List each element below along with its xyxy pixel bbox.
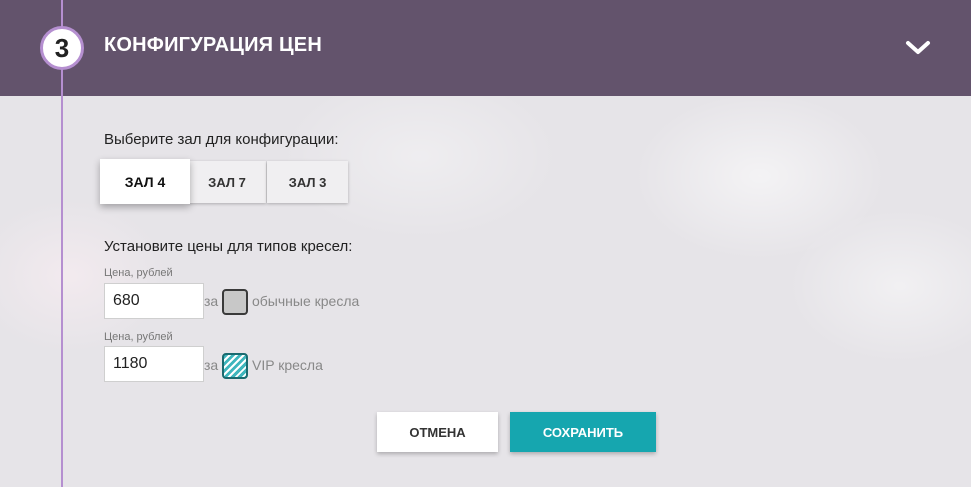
prices-label: Установите цены для типов кресел:	[104, 238, 353, 255]
price-caption-vip: Цена, рублей	[104, 331, 173, 343]
for-text-vip: за	[204, 357, 219, 373]
regular-seat-icon	[222, 289, 248, 315]
section-header[interactable]: КОНФИГУРАЦИЯ ЦЕН	[0, 0, 971, 96]
hall-button-7[interactable]: ЗАЛ 7	[188, 161, 266, 203]
cancel-button[interactable]: ОТМЕНА	[377, 412, 498, 452]
price-input-vip[interactable]	[104, 346, 204, 382]
hall-select-label: Выберите зал для конфигурации:	[104, 131, 339, 148]
price-input-regular[interactable]	[104, 283, 204, 319]
timeline-line	[61, 0, 63, 487]
for-text-regular: за	[204, 293, 219, 309]
seat-label-vip: VIP кресла	[252, 357, 323, 373]
price-caption-regular: Цена, рублей	[104, 267, 173, 279]
save-button[interactable]: СОХРАНИТЬ	[510, 412, 656, 452]
section-title: КОНФИГУРАЦИЯ ЦЕН	[104, 34, 322, 56]
seat-label-regular: обычные кресла	[252, 293, 360, 309]
hall-button-3[interactable]: ЗАЛ 3	[267, 161, 348, 203]
hall-button-4[interactable]: ЗАЛ 4	[100, 159, 190, 204]
vip-seat-icon	[222, 353, 248, 379]
chevron-down-icon[interactable]	[903, 34, 933, 62]
step-number-badge: 3	[40, 26, 84, 70]
